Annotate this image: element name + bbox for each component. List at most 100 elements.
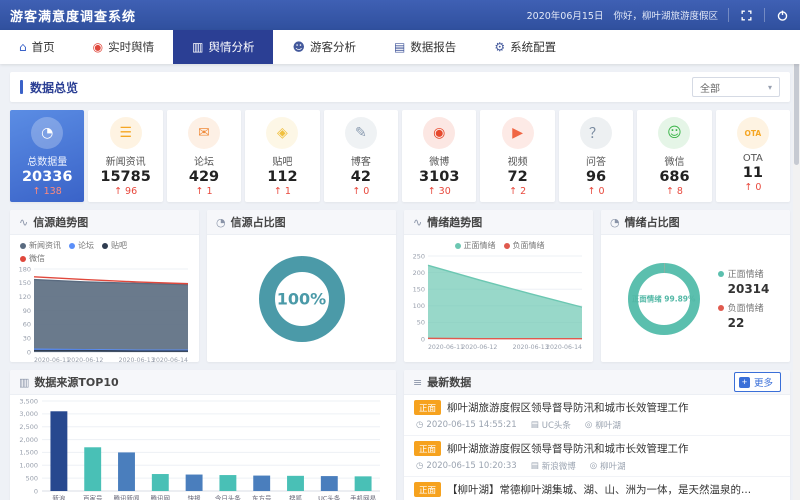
- news-meta: ◷2020-06-15 10:20:33▤新浪微博◎柳叶湖: [414, 460, 780, 472]
- stat-card-news[interactable]: ☰新闻资讯15785↑ 96: [88, 110, 162, 202]
- svg-text:手机网易: 手机网易: [350, 494, 376, 500]
- clock-icon: ◷: [416, 420, 423, 430]
- svg-text:2020-06-11: 2020-06-11: [428, 344, 464, 351]
- qa-icon: ？: [580, 117, 612, 149]
- svg-text:250: 250: [413, 252, 425, 260]
- stat-delta: ↑ 8: [637, 186, 711, 197]
- panel-header: ◔ 信源占比图: [207, 210, 396, 235]
- news-item-top: 正面柳叶湖旅游度假区领导督导防汛和城市长效管理工作: [414, 441, 780, 456]
- svg-text:3,500: 3,500: [19, 397, 38, 405]
- stat-card-qa[interactable]: ？问答96↑ 0: [559, 110, 633, 202]
- line-chart-icon: ∿: [413, 216, 422, 229]
- svg-text:2020-06-14: 2020-06-14: [152, 357, 188, 362]
- section-title: 数据总览: [20, 79, 78, 96]
- svg-text:东方号: 东方号: [252, 494, 272, 500]
- power-button[interactable]: [775, 8, 790, 23]
- svg-text:200: 200: [413, 269, 425, 277]
- dashboard: 游客满意度调查系统 2020年06月15日 你好，柳叶湖旅游度假区 ⌂首页◉实时…: [0, 0, 800, 500]
- svg-text:150: 150: [413, 286, 425, 294]
- stat-card-blog[interactable]: ✎博客42↑ 0: [324, 110, 398, 202]
- stats-row: ◔总数据量20336↑ 138☰新闻资讯15785↑ 96✉论坛429↑ 1◈贴…: [10, 110, 790, 202]
- sentiment-badge: 正面: [414, 482, 441, 497]
- panel-emotion-trend: ∿ 情绪趋势图 正面情绪负面情绪 0501001502002502020-06-…: [404, 210, 593, 362]
- total-data-icon: ◔: [31, 117, 63, 149]
- pie-legend: 正面情绪20314负面情绪22: [718, 262, 770, 335]
- news-list-item[interactable]: 正面【柳叶湖】常德柳叶湖集城、湖、山、洲为一体，是天然温泉的...◷2020-0…: [404, 477, 790, 500]
- stat-card-tieba[interactable]: ◈贴吧112↑ 1: [245, 110, 319, 202]
- stat-delta: ↑ 138: [10, 186, 84, 197]
- chevron-down-icon: ▾: [768, 83, 772, 92]
- stat-label: 视频: [480, 153, 554, 168]
- nav-item-data-report[interactable]: ▤数据报告: [375, 30, 475, 64]
- svg-text:50: 50: [417, 319, 425, 327]
- news-meta-text: 2020-06-15 10:20:33: [426, 461, 516, 471]
- scrollbar[interactable]: [793, 30, 800, 500]
- more-label: 更多: [754, 375, 773, 389]
- news-list-item[interactable]: 正面柳叶湖旅游度假区领导督导防汛和城市长效管理工作◷2020-06-15 14:…: [404, 395, 790, 436]
- more-button[interactable]: + 更多: [734, 372, 781, 392]
- stat-delta: ↑ 0: [324, 186, 398, 197]
- stat-label: 博客: [324, 153, 398, 168]
- power-icon: [776, 9, 789, 22]
- tieba-icon: ◈: [266, 117, 298, 149]
- stat-card-wechat[interactable]: ☺微信686↑ 8: [637, 110, 711, 202]
- bar-chart-icon: ▥: [19, 376, 29, 389]
- nav-item-home[interactable]: ⌂首页: [0, 30, 74, 64]
- nav-item-sentiment-analysis[interactable]: ▥舆情分析: [173, 30, 273, 64]
- svg-text:0: 0: [421, 335, 425, 343]
- location-icon: ◎: [590, 461, 597, 471]
- nav-label: 舆情分析: [208, 39, 254, 55]
- fullscreen-button[interactable]: [739, 8, 754, 23]
- news-meta-piece: ◎柳叶湖: [585, 419, 621, 431]
- legend-item: 论坛: [69, 240, 94, 251]
- system-config-icon: ⚙: [494, 40, 505, 54]
- scrollbar-thumb[interactable]: [794, 60, 799, 165]
- stat-card-video[interactable]: ▶视频72↑ 2: [480, 110, 554, 202]
- pie-legend-name: 负面情绪: [718, 301, 770, 314]
- news-title[interactable]: 【柳叶湖】常德柳叶湖集城、湖、山、洲为一体，是天然温泉的...: [447, 482, 751, 497]
- stat-card-total-data[interactable]: ◔总数据量20336↑ 138: [10, 110, 84, 202]
- panel-emotion-pie: ◔ 情绪占比图 正面情绪 99.89% 正面情绪20314负面情绪22: [601, 210, 790, 362]
- stat-delta: ↑ 96: [88, 186, 162, 197]
- stat-card-forum[interactable]: ✉论坛429↑ 1: [167, 110, 241, 202]
- sentiment-badge: 正面: [414, 400, 441, 415]
- panel-title: 情绪趋势图: [427, 214, 482, 230]
- sentiment-badge: 正面: [414, 441, 441, 456]
- legend-dot: [718, 305, 724, 311]
- svg-text:500: 500: [26, 474, 38, 482]
- nav-item-system-config[interactable]: ⚙系统配置: [475, 30, 575, 64]
- stat-delta: ↑ 1: [245, 186, 319, 197]
- chart-legend: 新闻资讯论坛贴吧微信: [10, 235, 160, 264]
- legend-dot: [102, 243, 108, 249]
- overview-bar: 数据总览 全部 ▾: [10, 72, 790, 102]
- weibo-icon: ◉: [423, 117, 455, 149]
- stat-value: 15785: [88, 169, 162, 185]
- svg-text:2020-06-13: 2020-06-13: [119, 357, 155, 362]
- svg-text:0: 0: [34, 487, 38, 495]
- news-title[interactable]: 柳叶湖旅游度假区领导督导防汛和城市长效管理工作: [447, 400, 689, 415]
- legend-label: 贴吧: [111, 240, 127, 251]
- top10-bar-chart: 05001,0001,5002,0002,5003,0003,500新浪百家号腾…: [10, 395, 388, 500]
- stat-label: 微博: [402, 153, 476, 168]
- nav-item-visitor-analysis[interactable]: ☻游客分析: [273, 30, 375, 64]
- legend-label: 负面情绪: [513, 240, 545, 251]
- legend-label: 新闻资讯: [29, 240, 61, 251]
- news-title[interactable]: 柳叶湖旅游度假区领导督导防汛和城市长效管理工作: [447, 441, 689, 456]
- pie-legend-name: 正面情绪: [718, 267, 770, 280]
- stat-value: 72: [480, 169, 554, 185]
- plus-icon: +: [739, 377, 750, 388]
- svg-text:2020-06-14: 2020-06-14: [546, 344, 582, 351]
- news-item-top: 正面柳叶湖旅游度假区领导督导防汛和城市长效管理工作: [414, 400, 780, 415]
- forum-icon: ✉: [188, 117, 220, 149]
- legend-dot: [69, 243, 75, 249]
- line-chart-icon: ∿: [19, 216, 28, 229]
- legend-item: 负面情绪: [504, 240, 545, 251]
- news-meta-piece: ◷2020-06-15 10:20:33: [416, 460, 517, 472]
- stat-card-ota[interactable]: OTAOTA11↑ 0: [716, 110, 790, 202]
- svg-text:2020-06-11: 2020-06-11: [34, 357, 70, 362]
- nav-label: 数据报告: [410, 39, 456, 55]
- filter-select[interactable]: 全部 ▾: [692, 77, 780, 97]
- stat-card-weibo[interactable]: ◉微博3103↑ 30: [402, 110, 476, 202]
- news-list-item[interactable]: 正面柳叶湖旅游度假区领导督导防汛和城市长效管理工作 ◷2020-06-15 10:…: [404, 436, 790, 477]
- nav-item-realtime-sentiment[interactable]: ◉实时舆情: [74, 30, 173, 64]
